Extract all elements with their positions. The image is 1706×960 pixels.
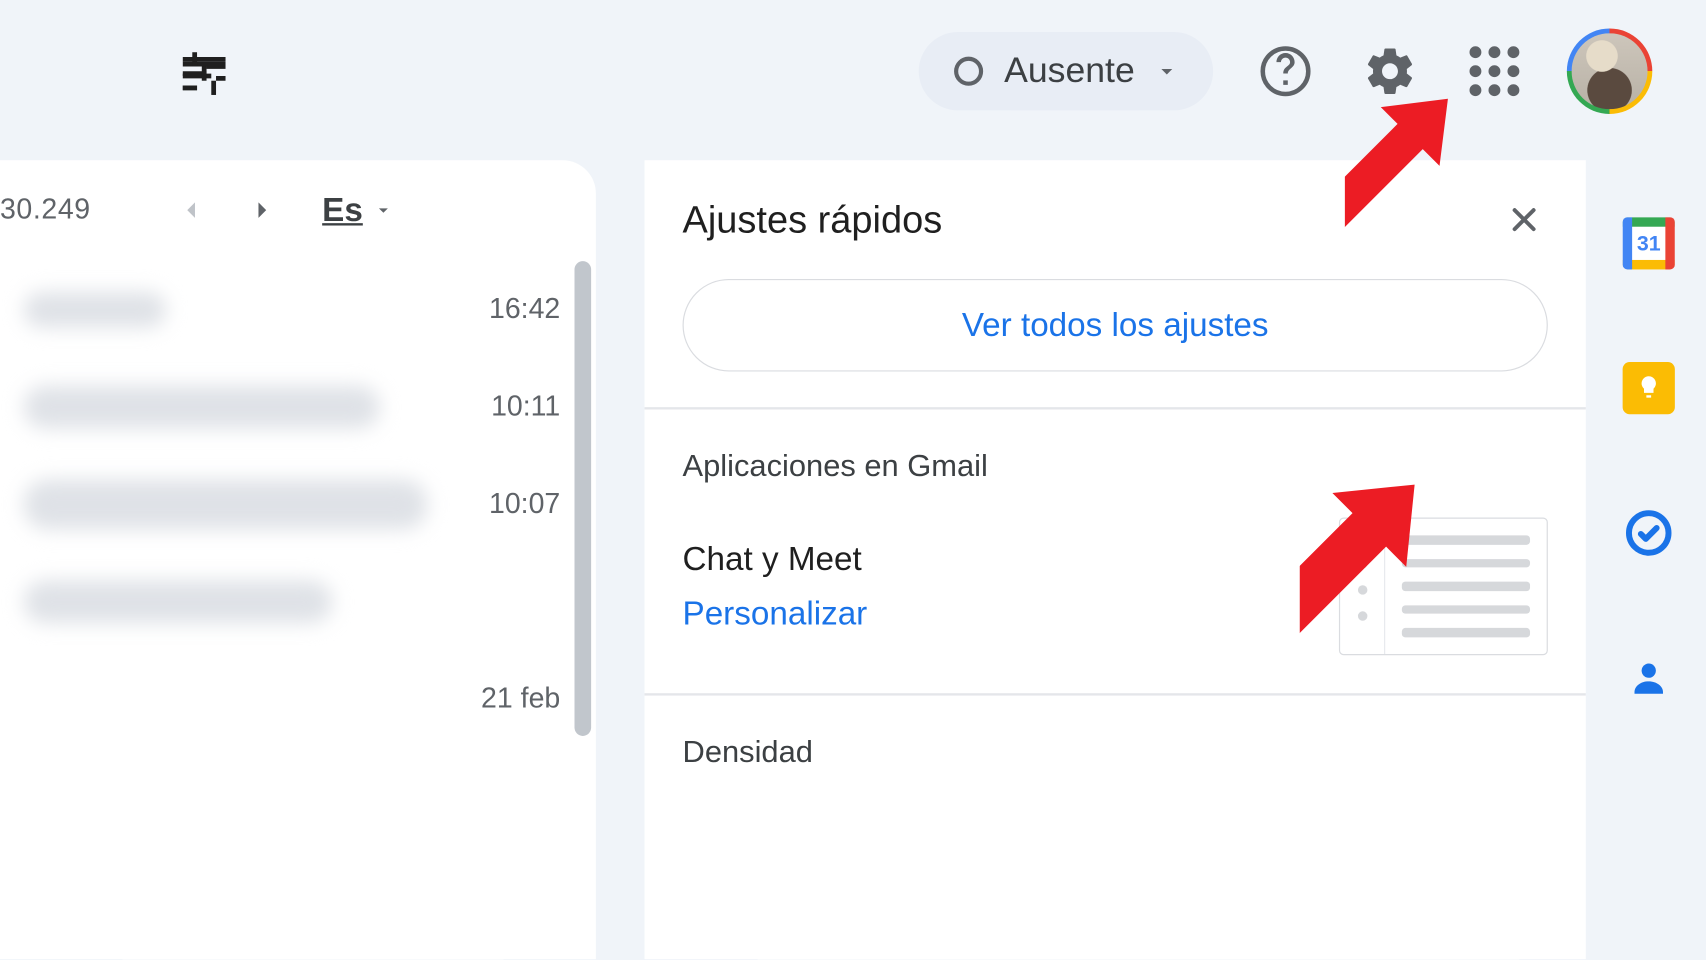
mail-toolbar: 30.249 Es (0, 160, 596, 261)
input-language-button[interactable]: Es (298, 191, 393, 229)
contacts-icon (1627, 656, 1670, 699)
chevron-down-icon (1154, 58, 1180, 84)
density-section-title: Densidad (683, 734, 1548, 771)
apps-grid-icon (1470, 46, 1520, 96)
app-header: Ausente (0, 0, 1706, 142)
google-apps-button[interactable] (1462, 39, 1526, 103)
mail-row-time: 21 feb (481, 682, 560, 715)
quick-settings-title: Ajustes rápidos (683, 198, 943, 242)
status-chip[interactable]: Ausente (919, 32, 1213, 110)
calendar-app-button[interactable]: 31 (1623, 217, 1675, 269)
mail-pagination-count: 30.249 (0, 193, 91, 226)
keep-app-button[interactable] (1623, 362, 1675, 414)
apps-in-gmail-section: Aplicaciones en Gmail Chat y Meet Person… (645, 407, 1586, 693)
mail-next-button[interactable] (227, 174, 298, 245)
mail-row-time: 10:07 (489, 487, 560, 520)
side-panel: 31 (1592, 160, 1706, 959)
chat-meet-label: Chat y Meet (683, 540, 868, 578)
tune-icon[interactable] (173, 43, 235, 105)
mail-row[interactable]: 21 feb (0, 650, 596, 747)
tasks-app-button[interactable] (1623, 507, 1675, 559)
quick-settings-header: Ajustes rápidos (645, 160, 1586, 279)
mail-row-time: 16:42 (489, 293, 560, 326)
mail-row[interactable]: 10:07 (0, 456, 596, 553)
away-status-icon (952, 55, 985, 88)
contacts-app-button[interactable] (1623, 652, 1675, 704)
input-language-label: Es (322, 191, 363, 229)
mail-row[interactable] (0, 553, 596, 650)
chat-meet-preview[interactable] (1339, 518, 1548, 656)
help-button[interactable] (1253, 39, 1317, 103)
account-avatar[interactable] (1567, 28, 1652, 113)
quick-settings-panel: Ajustes rápidos Ver todos los ajustes Ap… (645, 160, 1586, 959)
calendar-icon: 31 (1623, 217, 1675, 269)
mail-row-content (24, 291, 166, 327)
see-all-settings-button[interactable]: Ver todos los ajustes (683, 279, 1548, 372)
mail-prev-button[interactable] (156, 174, 227, 245)
customize-chat-meet-link[interactable]: Personalizar (683, 595, 868, 633)
mail-panel: 30.249 Es 16:42 (0, 160, 596, 959)
mail-row[interactable]: 16:42 (0, 261, 596, 358)
mail-row-content (24, 385, 380, 428)
header-left (0, 0, 878, 142)
mail-list: 16:42 10:11 10:07 21 feb (0, 261, 596, 748)
close-quick-settings-button[interactable] (1500, 196, 1547, 243)
apps-section-title: Aplicaciones en Gmail (683, 447, 1548, 484)
status-label: Ausente (1004, 51, 1135, 91)
tasks-icon (1625, 509, 1672, 556)
mail-row-time: 10:11 (491, 390, 560, 423)
see-all-settings-label: Ver todos los ajustes (962, 306, 1269, 344)
chat-meet-row: Chat y Meet Personalizar (683, 518, 1548, 656)
keep-icon (1634, 374, 1662, 402)
main-content: 30.249 Es 16:42 (0, 160, 1706, 959)
mail-row-content (24, 580, 333, 623)
settings-gear-button[interactable] (1358, 39, 1422, 103)
density-section: Densidad (645, 693, 1586, 775)
mail-row-content (24, 479, 428, 529)
avatar-photo (1572, 33, 1648, 109)
mail-scrollbar[interactable] (575, 261, 592, 736)
mail-row[interactable]: 10:11 (0, 358, 596, 455)
